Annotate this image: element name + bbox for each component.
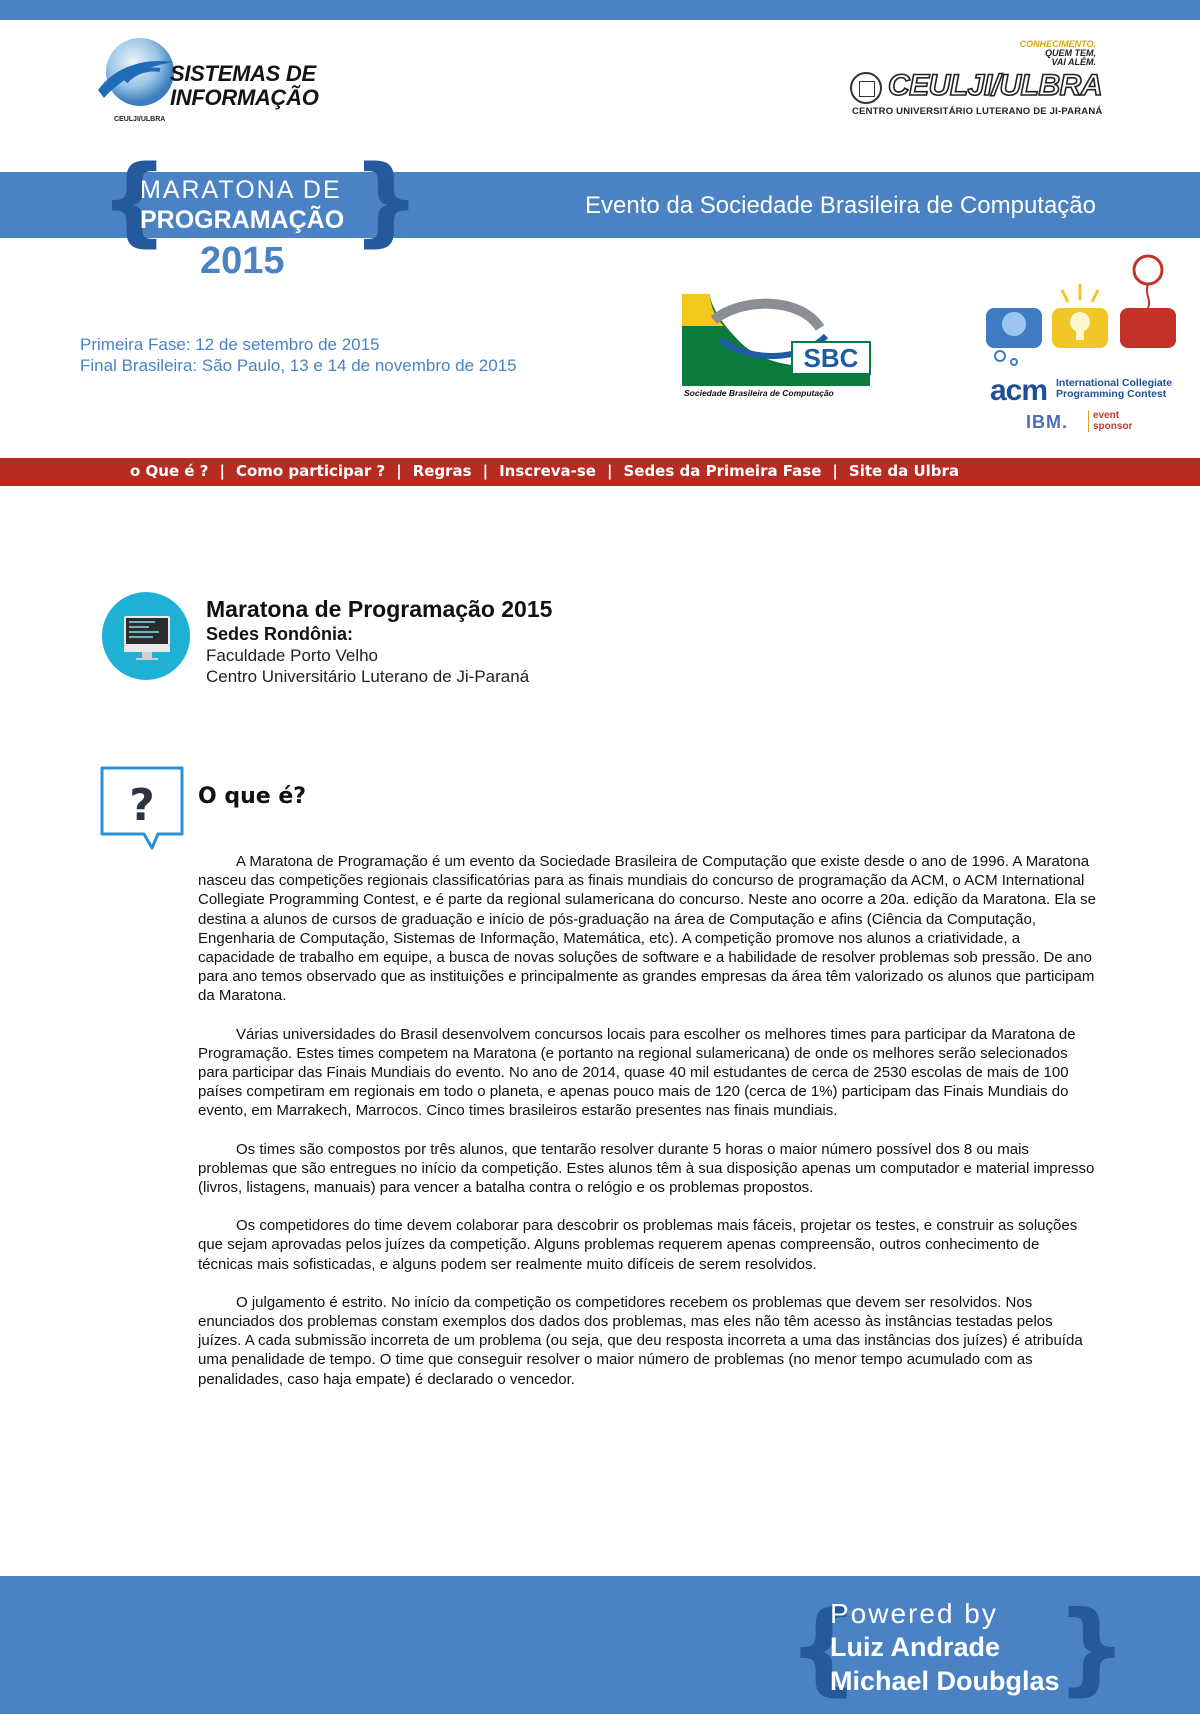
maratona-title-line2: PROGRAMAÇÃO	[140, 206, 345, 234]
acm-description: International Collegiate Programming Con…	[1056, 377, 1173, 400]
event-sponsor-label: event sponsor	[1088, 410, 1132, 432]
sbc-full-name: Sociedade Brasileira de Computação	[684, 388, 834, 398]
paragraph: Várias universidades do Brasil desenvolv…	[198, 1025, 1076, 1120]
nav-link-regras[interactable]: Regras	[413, 462, 472, 480]
acm-wordmark: acm	[990, 374, 1048, 407]
ibm-logo: IBM.	[1026, 412, 1068, 432]
nav-separator: |	[482, 462, 489, 480]
monitor-icon	[102, 592, 190, 680]
final-brasileira-date: Final Brasileira: São Paulo, 13 e 14 de …	[80, 356, 517, 375]
ulbra-full-name: CENTRO UNIVERSITÁRIO LUTERANO DE JI-PARA…	[852, 106, 1103, 117]
evento-tagline: Evento da Sociedade Brasileira de Comput…	[585, 192, 1096, 219]
paragraph: O julgamento é estrito. No início da com…	[198, 1293, 1083, 1388]
section-body: A Maratona de Programação é um evento da…	[198, 852, 1098, 1408]
nav-link-inscreva-se[interactable]: Inscreva-se	[499, 462, 596, 480]
si-logo-subtitle: CEULJI/ULBRA	[114, 116, 166, 123]
sbc-abbr: SBC	[804, 343, 859, 373]
paragraph: A Maratona de Programação é um evento da…	[198, 853, 1097, 1005]
author-name: Luiz Andrade	[830, 1632, 1001, 1662]
ulbra-seal-icon	[850, 72, 882, 104]
nav-separator: |	[606, 462, 613, 480]
powered-by-label: Powered by	[830, 1598, 998, 1629]
intro-title: Maratona de Programação 2015	[206, 596, 553, 622]
maratona-year: 2015	[200, 240, 285, 282]
ulbra-slogan: CONHECIMENTO. QUEM TEM, VAI ALÉM.	[1019, 39, 1096, 67]
nav-link-como-participar[interactable]: Como participar ?	[236, 462, 385, 480]
nav-separator: |	[396, 462, 402, 480]
ceulji-ulbra-logo[interactable]: CONHECIMENTO. QUEM TEM, VAI ALÉM. CEULJI…	[846, 39, 1103, 126]
main-nav-links: o Que é ? | Como participar ? | Regras | Inscr…	[130, 462, 959, 480]
nav-link-site-ulbra[interactable]: Site da Ulbra	[849, 462, 959, 480]
event-dates: Primeira Fase: 12 de setembro de 2015 Fi…	[80, 334, 517, 376]
maratona-title-line1: MARATONA DE	[140, 176, 342, 204]
acm-icpc-logo[interactable]: acm International Collegiate Programming…	[984, 250, 1184, 440]
primeira-fase-date: Primeira Fase: 12 de setembro de 2015	[80, 335, 380, 354]
paragraph: Os competidores do time devem colaborar …	[198, 1217, 1078, 1273]
intro-subtitle: Sedes Rondônia:	[206, 624, 354, 644]
nav-link-sedes[interactable]: Sedes da Primeira Fase	[623, 462, 821, 480]
section-heading: O que é?	[198, 784, 307, 809]
question-bubble-icon: ?	[98, 764, 188, 854]
nav-separator: |	[219, 462, 225, 480]
author-name: Michael Doubglas	[830, 1666, 1060, 1696]
nav-link-o-que-e[interactable]: o Que é ?	[130, 462, 208, 480]
svg-text:?: ?	[129, 780, 155, 831]
main-nav-bar: o Que é ? | Como participar ? | Regras | Inscr…	[0, 458, 1200, 486]
sede-ji-parana: Centro Universitário Luterano de Ji-Para…	[206, 667, 530, 686]
ulbra-name: CEULJI/ULBRA	[887, 69, 1103, 103]
sistemas-de-informacao-logo[interactable]: SISTEMAS DE INFORMAÇÃO CEULJI/ULBRA	[96, 30, 326, 130]
sede-porto-velho: Faculdade Porto Velho	[206, 646, 379, 665]
top-color-strip	[0, 0, 1200, 20]
globe-swoosh-icon	[98, 38, 174, 106]
close-brace: }	[352, 145, 421, 257]
paragraph: Os times são compostos por três alunos, …	[198, 1140, 1095, 1197]
nav-separator: |	[832, 462, 838, 480]
si-logo-title: SISTEMAS DE INFORMAÇÃO	[170, 61, 319, 110]
acm-balloons-icon	[986, 254, 1176, 366]
sbc-emblem-icon: SBC	[682, 294, 871, 386]
footer-close-brace: }	[1056, 1589, 1128, 1706]
sbc-logo[interactable]: SBC Sociedade Brasileira de Computação	[680, 292, 872, 402]
